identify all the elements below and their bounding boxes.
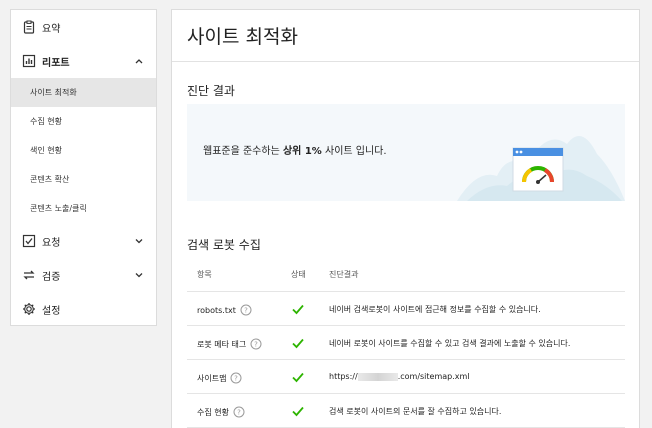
- clipboard-icon: [22, 20, 36, 34]
- nav-settings[interactable]: 설정: [11, 294, 156, 324]
- nav-report-content-exposure[interactable]: 콘텐츠 노출/클릭: [11, 194, 156, 223]
- row-item: 로봇 메타 태그 ?: [197, 338, 262, 350]
- diagnosis-result-box: 웹표준을 준수하는 상위 1% 사이트 입니다.: [187, 104, 625, 201]
- column-header: 진단결과: [329, 270, 359, 279]
- svg-text:?: ?: [254, 341, 258, 349]
- nav-summary-label: 요약: [42, 23, 61, 35]
- row-item-label: robots.txt: [197, 305, 236, 315]
- nav-verify[interactable]: 검증: [11, 260, 156, 290]
- row-item-label: 사이트맵: [197, 373, 227, 383]
- question-circle-icon[interactable]: ?: [230, 372, 242, 384]
- diagnosis-heading: 진단 결과: [187, 84, 235, 98]
- diagnosis-text: 웹표준을 준수하는 상위 1% 사이트 입니다.: [203, 142, 387, 157]
- diagnosis-rank: 상위 1%: [282, 146, 322, 157]
- robot-crawl-heading: 검색 로봇 수집: [187, 238, 261, 252]
- sidebar: 요약 리포트 사이트 최적화 수집 현황 색인 현황 콘텐츠 확산 콘텐츠 노출…: [10, 9, 157, 326]
- diagnosis-text-prefix: 웹표준을 준수하는: [203, 146, 283, 157]
- chevron-down-icon: [134, 270, 144, 280]
- gear-icon: [22, 302, 36, 316]
- svg-text:?: ?: [244, 307, 248, 315]
- nav-report[interactable]: 리포트: [11, 46, 156, 76]
- check-icon: [292, 304, 304, 315]
- table-row: 사이트맵 ? https:// .com/sitemap.xml: [187, 360, 625, 394]
- svg-text:?: ?: [237, 409, 241, 417]
- diagnosis-text-suffix: 사이트 입니다.: [321, 146, 387, 157]
- column-header: 항목: [197, 270, 212, 279]
- sub-item-label: 사이트 최적화: [30, 88, 77, 97]
- divider: [172, 61, 639, 62]
- nav-request[interactable]: 요청: [11, 226, 156, 256]
- checkbox-icon: [22, 234, 36, 248]
- column-header: 상태: [291, 270, 306, 279]
- row-item: 사이트맵 ?: [197, 372, 242, 384]
- check-icon: [292, 372, 304, 383]
- svg-text:?: ?: [235, 375, 239, 383]
- check-icon: [292, 338, 304, 349]
- nav-report-index-status[interactable]: 색인 현황: [11, 136, 156, 165]
- sub-item-label: 색인 현황: [30, 146, 62, 155]
- table-row: 로봇 메타 태그 ? 네이버 로봇이 사이트를 수집할 수 있고 검색 결과에 …: [187, 326, 625, 360]
- nav-report-site-optimization[interactable]: 사이트 최적화: [11, 78, 156, 107]
- table-row: robots.txt ? 네이버 검색로봇이 사이트에 접근해 정보를 수집할 …: [187, 292, 625, 326]
- row-item: robots.txt ?: [197, 304, 252, 316]
- page-title: 사이트 최적화: [187, 26, 298, 48]
- row-result: https:// .com/sitemap.xml: [329, 372, 470, 381]
- sub-item-label: 수집 현황: [30, 117, 62, 126]
- nav-settings-label: 설정: [42, 305, 61, 317]
- bar-chart-icon: [22, 54, 36, 68]
- nav-verify-label: 검증: [42, 271, 61, 283]
- gauge-illustration-icon: [457, 136, 625, 201]
- sitemap-url-prefix: https://: [329, 372, 358, 381]
- chevron-up-icon: [134, 56, 144, 66]
- question-circle-icon[interactable]: ?: [233, 406, 245, 418]
- row-result: 검색 로봇이 사이트의 문서를 잘 수집하고 있습니다.: [329, 407, 502, 416]
- chevron-down-icon: [134, 236, 144, 246]
- table-row: 수집 현황 ? 검색 로봇이 사이트의 문서를 잘 수집하고 있습니다.: [187, 394, 625, 428]
- nav-report-content-spread[interactable]: 콘텐츠 확산: [11, 165, 156, 194]
- redacted-domain: [357, 372, 398, 381]
- sub-item-label: 콘텐츠 노출/클릭: [30, 204, 87, 213]
- question-circle-icon[interactable]: ?: [250, 338, 262, 350]
- swap-arrows-icon: [22, 268, 36, 282]
- sub-item-label: 콘텐츠 확산: [30, 175, 70, 184]
- row-item-label: 로봇 메타 태그: [197, 339, 247, 349]
- row-result: 네이버 검색로봇이 사이트에 접근해 정보를 수집할 수 있습니다.: [329, 305, 541, 314]
- question-circle-icon[interactable]: ?: [240, 304, 252, 316]
- check-icon: [292, 406, 304, 417]
- row-item-label: 수집 현황: [197, 407, 229, 417]
- nav-report-crawl-status[interactable]: 수집 현황: [11, 107, 156, 136]
- row-result: 네이버 로봇이 사이트를 수집할 수 있고 검색 결과에 노출할 수 있습니다.: [329, 339, 571, 348]
- row-item: 수집 현황 ?: [197, 406, 245, 418]
- main-panel: 사이트 최적화 진단 결과 웹표준을 준수하는 상위 1% 사이트 입니다. 검…: [171, 9, 640, 428]
- sitemap-url-suffix: .com/sitemap.xml: [397, 372, 470, 381]
- table-header: 항목 상태 진단결과: [187, 261, 625, 292]
- nav-report-label: 리포트: [42, 57, 70, 69]
- nav-summary[interactable]: 요약: [11, 12, 156, 42]
- nav-request-label: 요청: [42, 237, 61, 249]
